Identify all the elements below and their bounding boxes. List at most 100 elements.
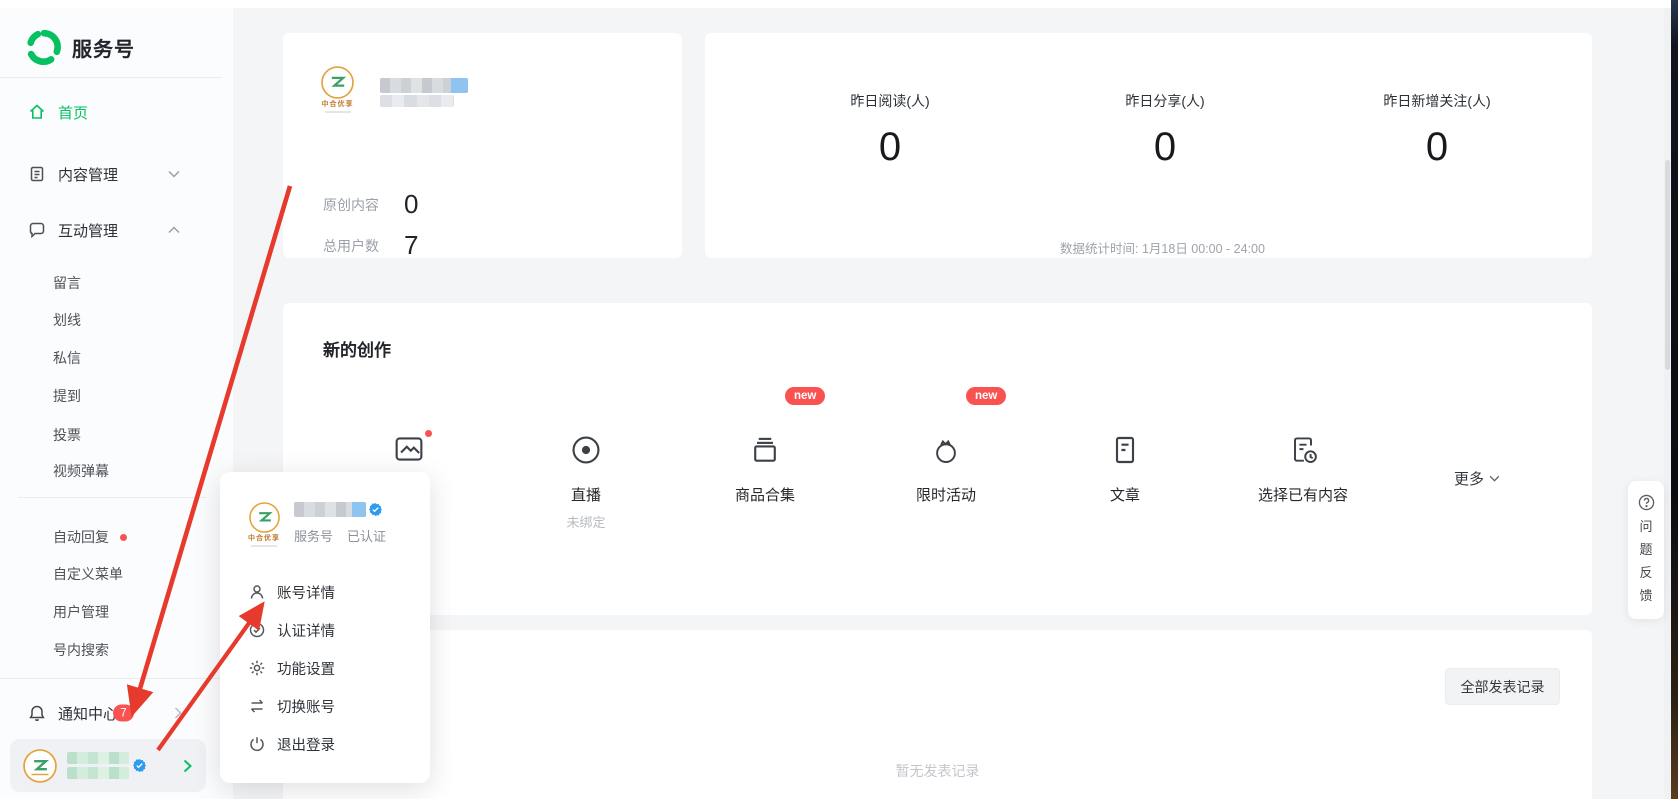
gear-icon xyxy=(248,659,266,677)
stats-footnote: 数据统计时间: 1月18日 00:00 - 24:00 xyxy=(705,238,1620,257)
account-overview-card: 中合优享 原创内容 0 总用户数 7 xyxy=(283,33,682,258)
sidebar-item-content-mgmt[interactable]: 内容管理 xyxy=(0,159,222,189)
menu-item-label: 退出登录 xyxy=(277,734,335,755)
original-content-row: 原创内容 0 xyxy=(323,189,418,220)
app-window: 服务号 首页 内容管理 xyxy=(0,0,1678,799)
stat-share: 昨日分享(人) 0 xyxy=(1055,91,1275,170)
feedback-button[interactable]: 问 题 反 馈 xyxy=(1628,481,1664,619)
stat-value: 0 xyxy=(1327,125,1547,170)
verified-status-label: 已认证 xyxy=(347,526,386,545)
menu-item-account-details[interactable]: 账号详情 xyxy=(220,573,430,611)
more-button[interactable]: 更多 xyxy=(1454,468,1500,489)
menu-item-switch-account[interactable]: 切换账号 xyxy=(220,687,430,725)
sidebar: 服务号 首页 内容管理 xyxy=(0,8,233,799)
sidebar-item-label: 自动回复 xyxy=(53,527,109,547)
yesterday-stats-card: 昨日阅读(人) 0 昨日分享(人) 0 昨日新增关注(人) 0 数据统计时间: … xyxy=(705,33,1592,258)
feedback-char: 问 xyxy=(1639,515,1652,538)
sidebar-item-label: 划线 xyxy=(53,310,81,330)
create-item-label: 直播 xyxy=(511,484,661,505)
chevron-down-icon xyxy=(168,170,180,178)
avatar-caption-sub xyxy=(325,111,351,113)
original-content-label: 原创内容 xyxy=(323,195,379,215)
sidebar-item-private-msg[interactable]: 私信 xyxy=(0,344,222,372)
sidebar-item-label: 首页 xyxy=(58,102,88,123)
sidebar-item-interact-mgmt[interactable]: 互动管理 xyxy=(0,215,222,245)
avatar: 中合优享 xyxy=(248,502,280,547)
new-dot xyxy=(425,430,432,437)
stat-read: 昨日阅读(人) 0 xyxy=(780,91,1000,170)
sidebar-item-underline[interactable]: 划线 xyxy=(0,306,222,334)
chevron-up-icon xyxy=(168,226,180,234)
notification-dot xyxy=(120,534,127,541)
avatar xyxy=(23,749,57,783)
sidebar-item-label: 号内搜索 xyxy=(53,640,109,660)
scrollbar-track[interactable] xyxy=(1664,0,1671,799)
notification-count-badge: 7 xyxy=(113,705,134,722)
total-users-row: 总用户数 7 xyxy=(323,230,418,261)
total-users-value: 7 xyxy=(404,230,418,261)
menu-item-label: 切换账号 xyxy=(277,696,335,717)
sidebar-item-votes[interactable]: 投票 xyxy=(0,421,222,449)
menu-item-logout[interactable]: 退出登录 xyxy=(220,725,430,763)
check-circle-icon xyxy=(248,621,266,639)
sidebar-item-label: 私信 xyxy=(53,348,81,368)
sidebar-item-notification-center[interactable]: 通知中心 7 xyxy=(0,698,222,728)
all-publish-records-button[interactable]: 全部发表记录 xyxy=(1445,668,1560,705)
create-item-product-collection[interactable]: new 商品合集 xyxy=(690,391,840,505)
stat-value: 0 xyxy=(780,125,1000,170)
popup-header: 中合优享 服务号 已认证 xyxy=(248,502,386,547)
total-users-label: 总用户数 xyxy=(323,236,379,256)
sidebar-item-label: 自定义菜单 xyxy=(53,564,123,584)
create-item-limited-activity[interactable]: new 限时活动 xyxy=(871,391,1021,505)
divider xyxy=(18,497,206,498)
sidebar-item-label: 用户管理 xyxy=(53,602,109,622)
menu-item-label: 功能设置 xyxy=(277,658,335,679)
sidebar-item-video-danmu[interactable]: 视频弹幕 xyxy=(0,457,222,485)
bell-icon xyxy=(28,704,46,722)
chevron-right-icon xyxy=(174,707,182,719)
sidebar-item-label: 视频弹幕 xyxy=(53,461,109,481)
current-account-chip[interactable] xyxy=(10,739,206,792)
sidebar-item-messages[interactable]: 留言 xyxy=(0,269,222,297)
account-type-label: 服务号 xyxy=(294,526,333,545)
sidebar-item-label: 提到 xyxy=(53,386,81,406)
account-name-blurred xyxy=(294,502,366,517)
feedback-char: 题 xyxy=(1639,538,1652,561)
divider xyxy=(0,678,222,679)
create-item-sub: 未绑定 xyxy=(511,512,661,531)
create-item-article[interactable]: 文章 xyxy=(1050,391,1200,505)
article-icon xyxy=(1109,434,1141,466)
sidebar-item-label: 通知中心 xyxy=(58,703,118,724)
new-badge: new xyxy=(785,387,825,405)
stat-label: 昨日新增关注(人) xyxy=(1327,91,1547,111)
power-icon xyxy=(248,735,266,753)
verified-badge-icon xyxy=(133,759,146,772)
app-title: 服务号 xyxy=(72,33,135,62)
account-popup-menu: 中合优享 服务号 已认证 xyxy=(220,472,430,783)
create-item-live[interactable]: 直播 未绑定 xyxy=(511,391,661,531)
avatar-caption: 中合优享 xyxy=(322,101,354,109)
existing-content-icon xyxy=(1287,434,1319,466)
brand: 服务号 xyxy=(25,28,135,66)
sidebar-item-user-mgmt[interactable]: 用户管理 xyxy=(0,598,222,626)
card-title: 新的创作 xyxy=(323,336,391,361)
button-label: 全部发表记录 xyxy=(1461,677,1545,697)
sidebar-item-label: 投票 xyxy=(53,425,81,445)
create-item-image[interactable] xyxy=(334,391,484,469)
sidebar-item-home[interactable]: 首页 xyxy=(0,97,222,127)
sidebar-item-account-search[interactable]: 号内搜索 xyxy=(0,636,222,664)
more-label: 更多 xyxy=(1454,468,1484,489)
menu-item-label: 认证详情 xyxy=(277,620,335,641)
create-item-existing-content[interactable]: 选择已有内容 xyxy=(1228,391,1378,505)
sidebar-item-custom-menu[interactable]: 自定义菜单 xyxy=(0,560,222,588)
verified-badge-icon xyxy=(369,503,382,516)
live-icon xyxy=(570,434,602,466)
menu-item-verification-details[interactable]: 认证详情 xyxy=(220,611,430,649)
publish-records-card: 全部发表记录 暂无发表记录 xyxy=(283,630,1592,799)
sidebar-item-auto-reply[interactable]: 自动回复 xyxy=(0,523,222,551)
scrollbar-thumb[interactable] xyxy=(1665,160,1670,370)
avatar-caption: 中合优享 xyxy=(248,535,280,543)
menu-item-feature-settings[interactable]: 功能设置 xyxy=(220,649,430,687)
sidebar-item-mentions[interactable]: 提到 xyxy=(0,382,222,410)
limited-activity-icon xyxy=(930,434,962,466)
